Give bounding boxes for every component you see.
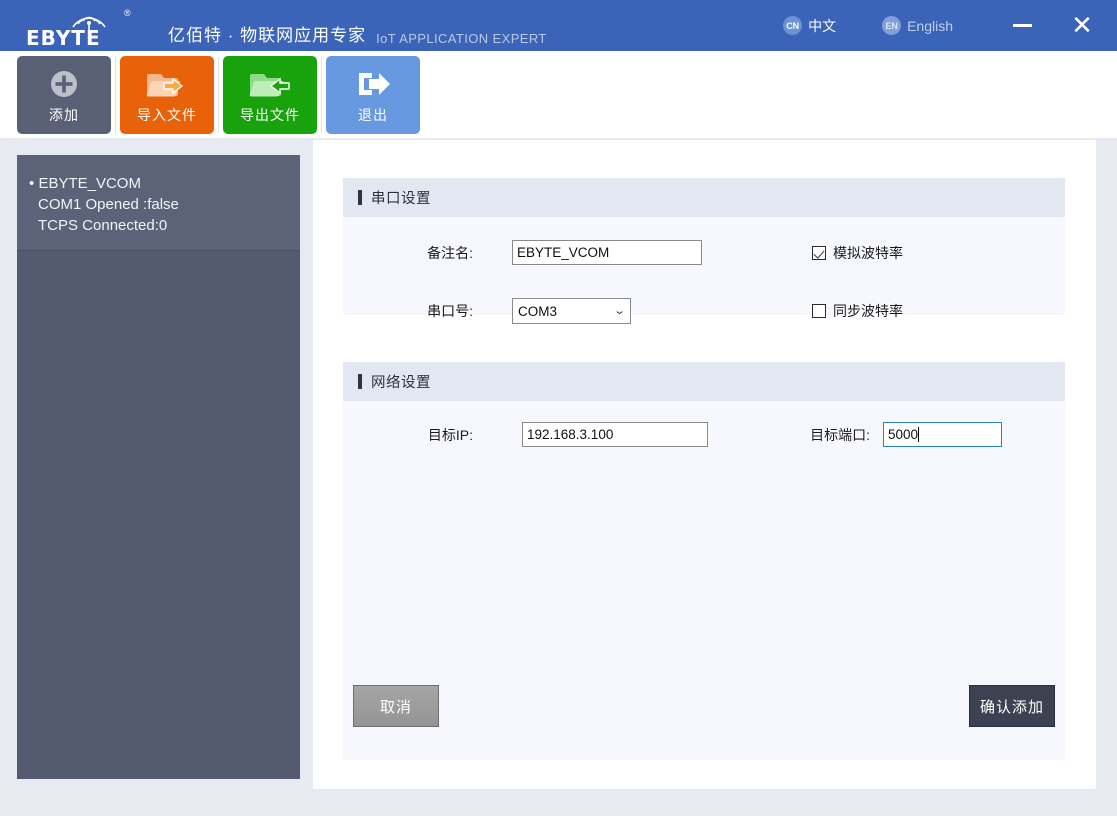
text-caret bbox=[918, 427, 919, 442]
add-button[interactable]: 添加 bbox=[17, 56, 111, 134]
toolbar-separator bbox=[218, 57, 219, 133]
serial-section-title: 串口设置 bbox=[371, 187, 431, 208]
export-file-button[interactable]: 导出文件 bbox=[223, 56, 317, 134]
target-ip-input[interactable]: 192.168.3.100 bbox=[522, 422, 708, 447]
device-list-sidebar: • EBYTE_VCOM COM1 Opened :false TCPS Con… bbox=[17, 155, 300, 779]
minimize-button[interactable] bbox=[999, 0, 1045, 51]
brand-name-chinese: 亿佰特 · 物联网应用专家 bbox=[168, 21, 366, 46]
ebyte-logo-mark: ® EBYTE bbox=[14, 6, 164, 46]
registered-mark: ® bbox=[124, 8, 131, 18]
folder-export-icon bbox=[249, 65, 291, 103]
network-settings-section: 网络设置 目标IP: 192.168.3.100 目标端口: 5000 取消 确… bbox=[343, 362, 1065, 760]
folder-import-icon bbox=[146, 65, 188, 103]
sync-baudrate-label: 同步波特率 bbox=[833, 301, 903, 321]
section-accent-bar bbox=[358, 374, 362, 389]
import-file-label: 导入文件 bbox=[137, 105, 197, 125]
language-switch-english[interactable]: EN English bbox=[882, 16, 953, 35]
serial-settings-section: 串口设置 备注名: EBYTE_VCOM 模拟波特率 串口号: COM3 ⌄ bbox=[343, 178, 1065, 315]
cn-badge-icon: CN bbox=[783, 16, 802, 35]
device-tcps-status: TCPS Connected:0 bbox=[29, 215, 290, 236]
list-item[interactable]: • EBYTE_VCOM COM1 Opened :false TCPS Con… bbox=[17, 155, 300, 251]
simulate-baudrate-label: 模拟波特率 bbox=[833, 243, 903, 263]
export-file-label: 导出文件 bbox=[240, 105, 300, 125]
brand-tagline-english: IoT APPLICATION EXPERT bbox=[376, 31, 547, 46]
exit-button[interactable]: 退出 bbox=[326, 56, 420, 134]
en-label: English bbox=[907, 18, 953, 34]
settings-panel: 串口设置 备注名: EBYTE_VCOM 模拟波特率 串口号: COM3 ⌄ bbox=[313, 140, 1096, 789]
language-switch-chinese[interactable]: CN 中文 bbox=[783, 16, 836, 36]
confirm-add-button[interactable]: 确认添加 bbox=[969, 685, 1055, 727]
device-name-text: EBYTE_VCOM bbox=[38, 175, 141, 192]
network-section-title: 网络设置 bbox=[371, 371, 431, 392]
simulate-baudrate-checkbox[interactable]: 模拟波特率 bbox=[812, 243, 903, 263]
serial-section-header: 串口设置 bbox=[343, 178, 1065, 217]
sync-baudrate-checkbox[interactable]: 同步波特率 bbox=[812, 301, 903, 321]
device-name: • EBYTE_VCOM bbox=[29, 173, 290, 194]
serial-port-select[interactable]: COM3 ⌄ bbox=[512, 298, 631, 324]
serial-port-label: 串口号: bbox=[343, 301, 473, 321]
chevron-down-icon: ⌄ bbox=[613, 306, 626, 317]
brand-logo: ® EBYTE 亿佰特 · 物联网应用专家 IoT APPLICATION EX… bbox=[14, 6, 547, 46]
exit-button-label: 退出 bbox=[358, 105, 388, 125]
target-port-value: 5000 bbox=[888, 427, 918, 442]
toolbar-separator bbox=[115, 57, 116, 133]
serial-port-row: 串口号: COM3 ⌄ 同步波特率 bbox=[343, 298, 1065, 324]
remark-name-input[interactable]: EBYTE_VCOM bbox=[512, 240, 702, 265]
cn-label: 中文 bbox=[808, 16, 836, 36]
import-file-button[interactable]: 导入文件 bbox=[120, 56, 214, 134]
remark-name-label: 备注名: bbox=[343, 243, 473, 263]
cancel-button[interactable]: 取消 bbox=[353, 685, 439, 727]
logo-wordmark: EBYTE bbox=[26, 26, 101, 50]
close-icon: ✕ bbox=[1071, 13, 1093, 39]
application-window: ® EBYTE 亿佰特 · 物联网应用专家 IoT APPLICATION EX… bbox=[0, 0, 1117, 816]
minimize-icon bbox=[1013, 24, 1032, 27]
serial-port-selected-value: COM3 bbox=[518, 304, 557, 319]
exit-arrow-icon bbox=[355, 65, 391, 103]
titlebar-controls: CN 中文 EN English ✕ bbox=[783, 0, 1117, 51]
checkbox-unchecked-icon bbox=[812, 304, 826, 318]
cancel-button-label: 取消 bbox=[380, 696, 412, 717]
device-com-status: COM1 Opened :false bbox=[29, 194, 290, 215]
target-port-input[interactable]: 5000 bbox=[883, 422, 1002, 447]
toolbar-separator bbox=[321, 57, 322, 133]
target-ip-label: 目标IP: bbox=[343, 425, 473, 445]
network-section-header: 网络设置 bbox=[343, 362, 1065, 401]
confirm-add-button-label: 确认添加 bbox=[980, 696, 1044, 717]
section-accent-bar bbox=[358, 190, 362, 205]
add-button-label: 添加 bbox=[49, 105, 79, 125]
plus-circle-icon bbox=[49, 65, 79, 103]
bullet-icon: • bbox=[29, 175, 34, 192]
title-bar: ® EBYTE 亿佰特 · 物联网应用专家 IoT APPLICATION EX… bbox=[0, 0, 1117, 51]
en-badge-icon: EN bbox=[882, 16, 901, 35]
close-button[interactable]: ✕ bbox=[1059, 0, 1105, 51]
main-toolbar: 添加 导入文件 导出文件 bbox=[0, 51, 1117, 138]
remark-name-row: 备注名: EBYTE_VCOM 模拟波特率 bbox=[343, 240, 1065, 265]
target-port-label: 目标端口: bbox=[778, 425, 870, 445]
target-ip-row: 目标IP: 192.168.3.100 目标端口: 5000 bbox=[343, 422, 1065, 447]
checkbox-checked-icon bbox=[812, 246, 826, 260]
